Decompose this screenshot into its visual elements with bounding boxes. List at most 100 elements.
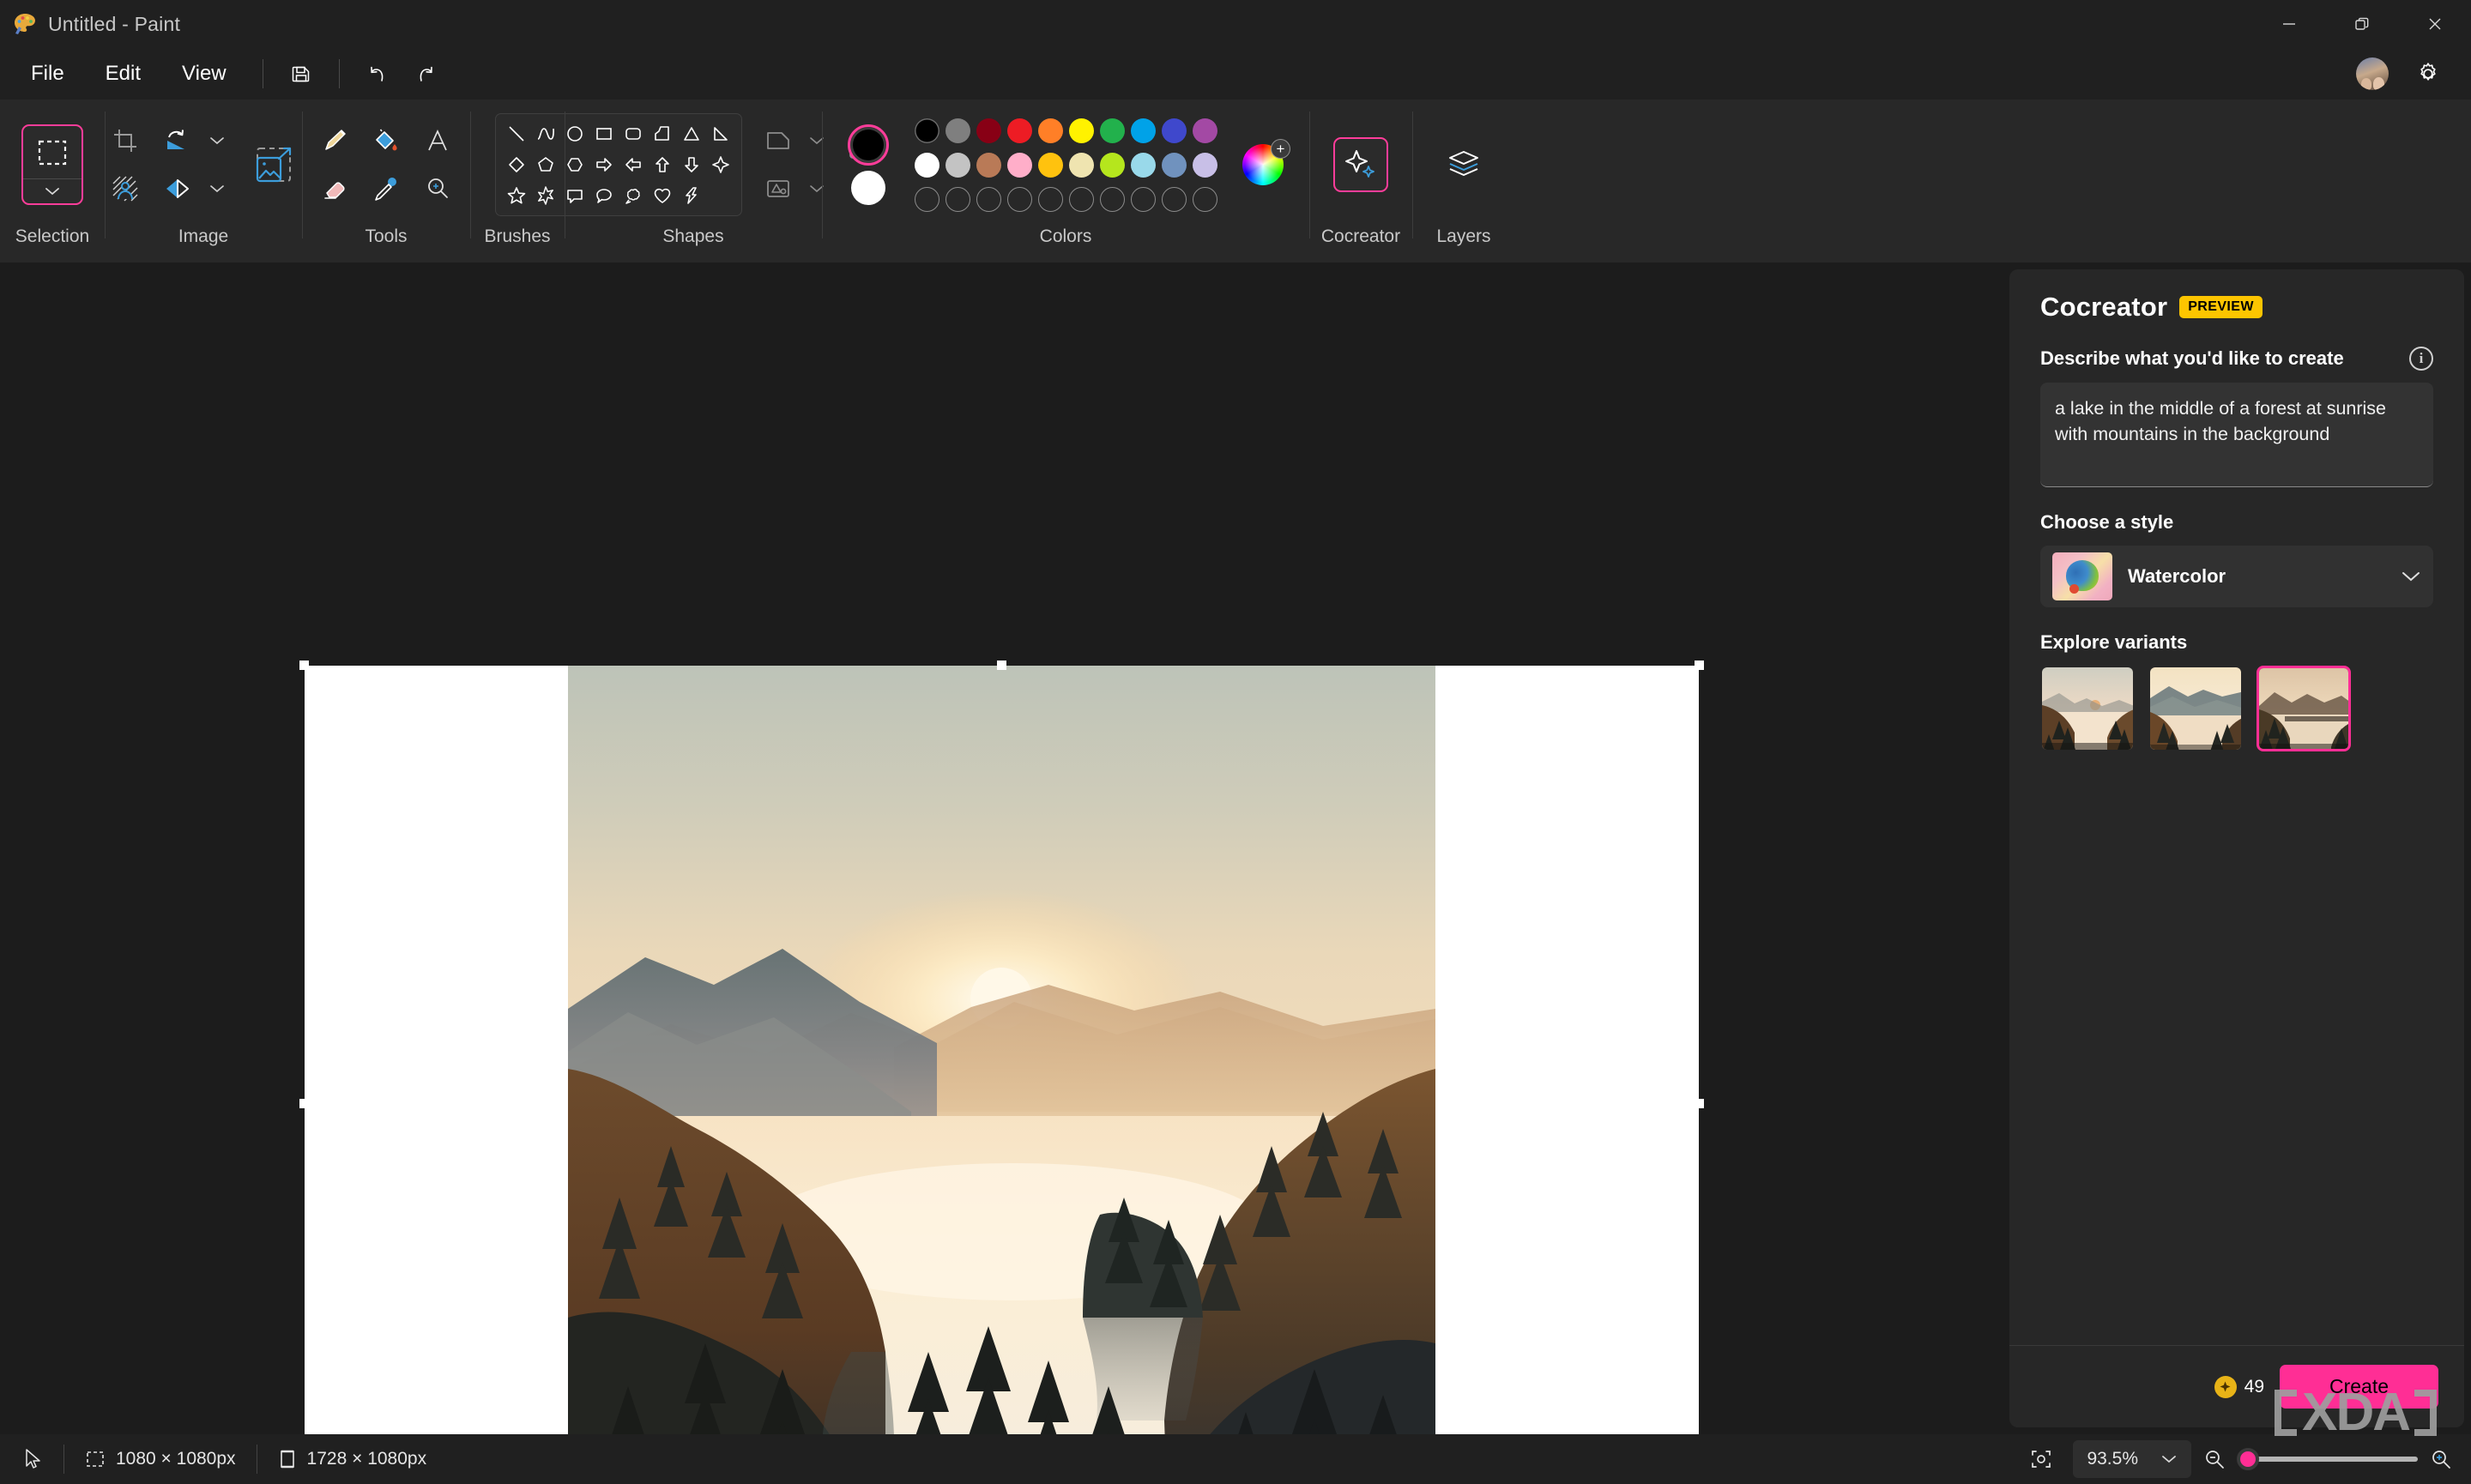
cocreator-button[interactable] — [1333, 137, 1388, 192]
resize-handle-nw[interactable] — [299, 661, 309, 670]
color-swatch[interactable] — [1037, 186, 1063, 212]
color-swatch-cell[interactable] — [1097, 113, 1127, 148]
color-swatch[interactable] — [1099, 186, 1125, 212]
pencil-icon[interactable] — [309, 117, 360, 165]
color-swatch[interactable] — [914, 186, 939, 212]
shape-heart[interactable] — [648, 180, 677, 211]
color-swatch[interactable] — [1192, 118, 1217, 143]
flip-dropdown-caret[interactable] — [202, 165, 232, 213]
selection-tool-button[interactable] — [21, 124, 83, 205]
fit-to-window-icon[interactable] — [2021, 1434, 2061, 1484]
rotate-icon[interactable] — [151, 117, 202, 165]
color-swatch[interactable] — [1099, 118, 1125, 143]
secondary-color-swatch[interactable] — [851, 171, 885, 205]
shape-lightning[interactable] — [677, 180, 706, 211]
add-color-icon[interactable]: + — [1271, 139, 1290, 159]
color-swatch[interactable] — [1099, 152, 1125, 178]
shape-pentagon[interactable] — [531, 149, 560, 180]
shape-diamond[interactable] — [502, 149, 531, 180]
selection-dropdown-caret[interactable] — [23, 179, 82, 203]
primary-color-swatch[interactable] — [848, 124, 889, 166]
color-swatch-cell[interactable] — [911, 148, 942, 182]
resize-handle-n[interactable] — [997, 661, 1006, 670]
color-swatch-cell[interactable] — [1066, 182, 1097, 216]
shape-oval-callout[interactable] — [589, 180, 619, 211]
color-swatch[interactable] — [1006, 118, 1032, 143]
color-swatch[interactable] — [1161, 118, 1187, 143]
color-swatch[interactable] — [1006, 152, 1032, 178]
rotate-dropdown-caret[interactable] — [202, 117, 232, 165]
resize-image-icon[interactable] — [240, 131, 307, 198]
color-swatch-cell[interactable] — [1189, 148, 1220, 182]
zoom-slider-track[interactable] — [2237, 1448, 2418, 1470]
color-swatch[interactable] — [1130, 118, 1156, 143]
color-swatch-cell[interactable] — [1035, 113, 1066, 148]
color-swatch[interactable] — [1192, 186, 1217, 212]
color-swatch[interactable] — [1130, 152, 1156, 178]
crop-icon[interactable] — [100, 117, 151, 165]
color-swatch-cell[interactable] — [973, 113, 1004, 148]
shape-hexagon[interactable] — [560, 149, 589, 180]
zoom-out-icon[interactable] — [2203, 1448, 2226, 1470]
color-swatch-cell[interactable] — [1004, 113, 1035, 148]
shape-triangle[interactable] — [677, 118, 706, 149]
variant-thumbnail-2[interactable] — [2148, 666, 2243, 751]
color-swatch[interactable] — [1068, 186, 1094, 212]
color-swatch[interactable] — [1130, 186, 1156, 212]
color-palette[interactable] — [911, 113, 1220, 216]
create-button[interactable]: Create — [2280, 1365, 2438, 1409]
color-swatch-cell[interactable] — [1158, 113, 1189, 148]
remove-background-icon[interactable] — [100, 165, 151, 213]
color-swatch-cell[interactable] — [1158, 182, 1189, 216]
color-swatch-cell[interactable] — [1127, 113, 1158, 148]
color-swatch-cell[interactable] — [1066, 113, 1097, 148]
variant-thumbnail-1[interactable] — [2040, 666, 2135, 751]
color-swatch[interactable] — [1161, 186, 1187, 212]
redo-icon[interactable] — [402, 53, 450, 94]
avatar[interactable] — [2356, 57, 2389, 90]
shape-arrow-down[interactable] — [677, 149, 706, 180]
magnifier-icon[interactable] — [412, 165, 463, 213]
color-swatch[interactable] — [1068, 118, 1094, 143]
save-icon[interactable] — [277, 53, 325, 94]
shape-rectangle[interactable] — [589, 118, 619, 149]
text-icon[interactable] — [412, 117, 463, 165]
menu-edit[interactable]: Edit — [87, 56, 160, 92]
fill-bucket-icon[interactable] — [360, 117, 412, 165]
shape-six-point-star[interactable] — [531, 180, 560, 211]
color-swatch-cell[interactable] — [1127, 182, 1158, 216]
minimize-button[interactable] — [2252, 0, 2325, 48]
color-swatch-cell[interactable] — [1097, 182, 1127, 216]
color-swatch-cell[interactable] — [942, 148, 973, 182]
color-swatch-cell[interactable] — [911, 182, 942, 216]
zoom-slider-thumb[interactable] — [2237, 1448, 2259, 1470]
shape-fill-icon[interactable] — [752, 165, 804, 213]
shape-rounded-rectangle[interactable] — [619, 118, 648, 149]
color-swatch[interactable] — [1192, 152, 1217, 178]
shape-outline-icon[interactable] — [752, 117, 804, 165]
prompt-input[interactable]: a lake in the middle of a forest at sunr… — [2040, 383, 2433, 487]
shape-arrow-left[interactable] — [619, 149, 648, 180]
color-swatch[interactable] — [1037, 118, 1063, 143]
canvas-area[interactable] — [0, 262, 2009, 1434]
color-swatch[interactable] — [914, 152, 939, 178]
zoom-slider[interactable] — [2203, 1448, 2452, 1470]
color-swatch[interactable] — [945, 152, 970, 178]
style-dropdown[interactable]: Watercolor — [2040, 546, 2433, 607]
color-swatch-cell[interactable] — [1127, 148, 1158, 182]
shape-arrow-up[interactable] — [648, 149, 677, 180]
color-swatch-cell[interactable] — [1004, 148, 1035, 182]
shape-arrow-right[interactable] — [589, 149, 619, 180]
menu-view[interactable]: View — [163, 56, 245, 92]
color-swatch-cell[interactable] — [973, 148, 1004, 182]
color-swatch-cell[interactable] — [1158, 148, 1189, 182]
resize-handle-ne[interactable] — [1695, 661, 1704, 670]
color-swatch-cell[interactable] — [1035, 148, 1066, 182]
chevron-down-icon[interactable] — [2401, 570, 2421, 582]
shape-oval[interactable] — [560, 118, 589, 149]
color-swatch-cell[interactable] — [942, 113, 973, 148]
color-swatch[interactable] — [945, 186, 970, 212]
undo-icon[interactable] — [353, 53, 402, 94]
color-swatch-cell[interactable] — [911, 113, 942, 148]
color-swatch-cell[interactable] — [1004, 182, 1035, 216]
